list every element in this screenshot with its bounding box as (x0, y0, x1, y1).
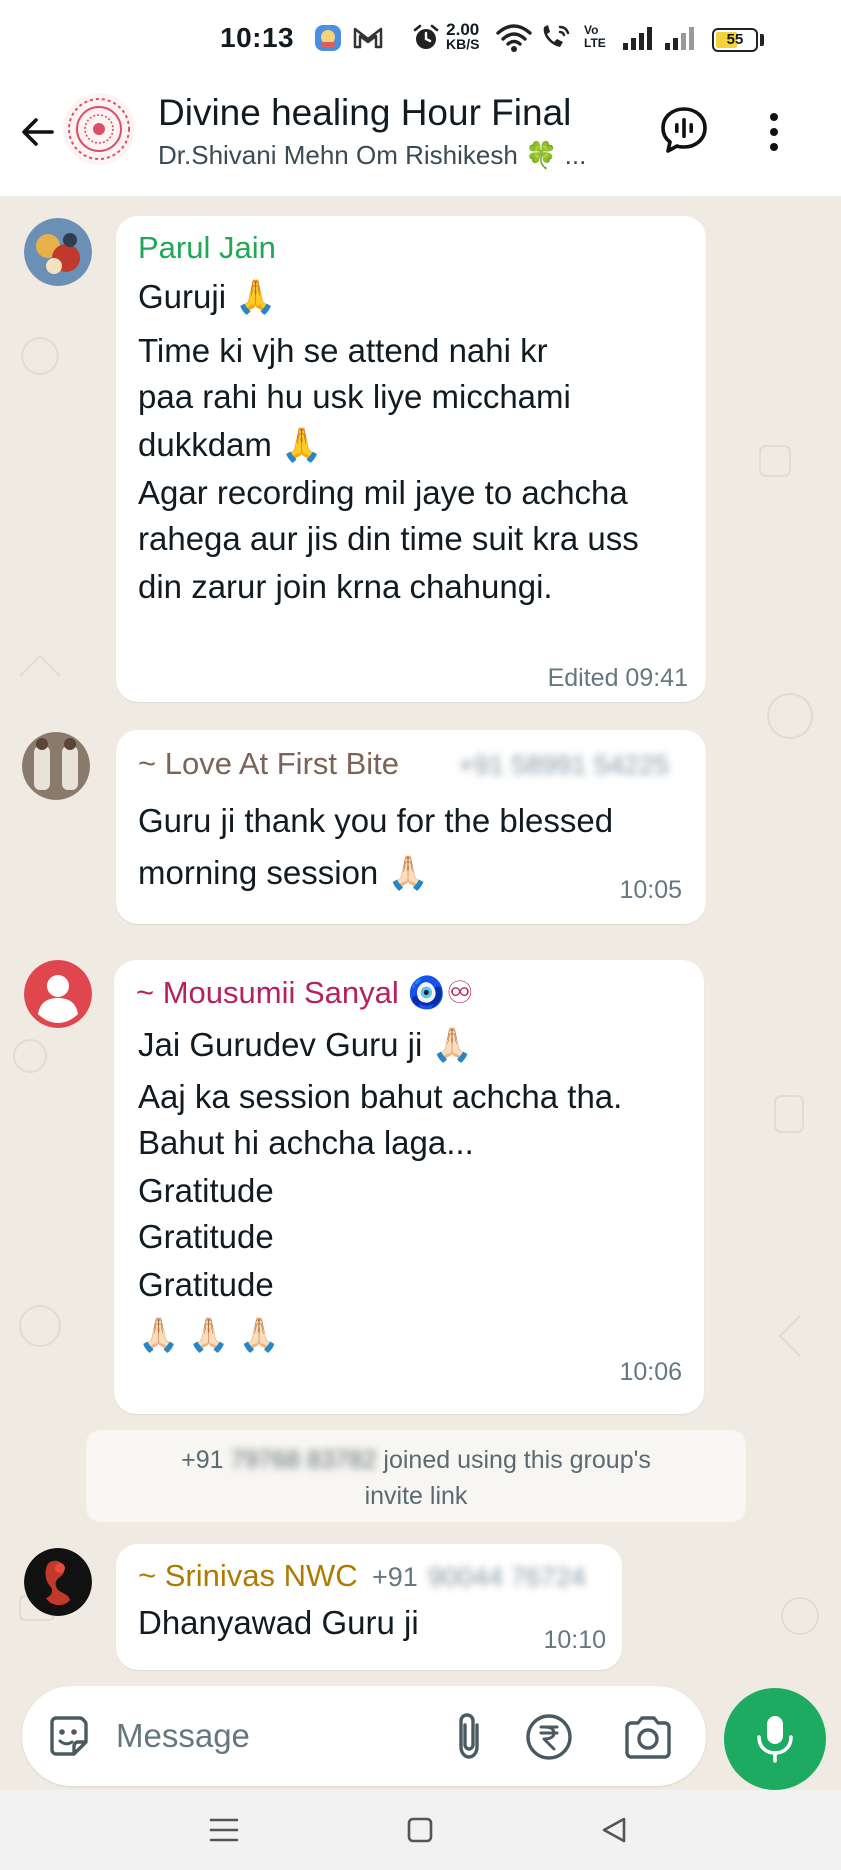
attach-button[interactable] (442, 1708, 496, 1764)
wifi-icon (496, 22, 532, 54)
battery-icon: 55 (712, 28, 758, 52)
message-line: morning session 🙏🏻 (138, 854, 429, 891)
network-speed-value: 2.00 (446, 20, 480, 39)
message-bubble[interactable]: ~ Mousumii Sanyal 🧿♾ Jai Gurudev Guru ji… (114, 960, 704, 1414)
sender-phone-prefix: +91 (372, 1562, 418, 1592)
group-subtitle[interactable]: Dr.Shivani Mehn Om Rishikesh 🍀 ... (158, 140, 586, 171)
message-time: 10:10 (543, 1626, 606, 1654)
message-bubble[interactable]: ~ Srinivas NWC +91 90044 76724 Dhanyawad… (116, 1544, 622, 1670)
voice-message-button[interactable] (724, 1688, 826, 1790)
more-options-button[interactable] (754, 104, 794, 160)
message-bubble[interactable]: ~ Love At First Bite +91 58991 54225 Gur… (116, 730, 706, 924)
message-line: Dhanyawad Guru ji (138, 1604, 419, 1641)
triangle-back-icon (602, 1817, 626, 1843)
camera-button[interactable] (620, 1710, 676, 1764)
microphone-icon (757, 1716, 793, 1763)
sender-avatar[interactable] (24, 218, 92, 286)
status-bar: 10:13 2.00 KB/S Vo LTE 55 (0, 0, 841, 78)
volte-bottom: LTE (584, 36, 606, 50)
sender-name[interactable]: ~ Mousumii Sanyal 🧿♾ (136, 974, 474, 1011)
network-speed: 2.00 KB/S (446, 20, 480, 52)
sticker-button[interactable] (42, 1710, 94, 1762)
recent-apps-button[interactable] (202, 1808, 246, 1852)
volte-indicator: Vo LTE (584, 24, 606, 50)
signal-icon (622, 22, 656, 54)
dot-icon (770, 128, 778, 136)
group-avatar[interactable] (62, 92, 136, 166)
rupee-icon (526, 1714, 572, 1760)
system-phone-prefix: +91 (181, 1446, 224, 1474)
message-line: Gratitude (138, 1172, 274, 1209)
message-bubble[interactable]: Parul Jain Guruji 🙏 Time ki vjh se atten… (116, 216, 706, 702)
dot-icon (770, 113, 778, 121)
sender-phone: +91 58991 54225 (458, 750, 669, 780)
dot-icon (770, 143, 778, 151)
chat-area[interactable]: Parul Jain Guruji 🙏 Time ki vjh se atten… (0, 196, 841, 1684)
message-line: Gratitude (138, 1266, 274, 1303)
message-line: Guruji 🙏 (138, 278, 277, 315)
message-line: rahega aur jis din time suit kra uss (138, 520, 639, 557)
default-avatar-icon (24, 960, 92, 1028)
message-input[interactable] (116, 1712, 416, 1760)
voice-chat-icon (661, 107, 707, 153)
message-line: 🙏🏻 🙏🏻 🙏🏻 (138, 1316, 280, 1353)
system-nav-bar (0, 1790, 841, 1870)
message-line: Time ki vjh se attend nahi kr (138, 332, 548, 369)
camera-icon (625, 1716, 671, 1759)
system-text: joined using this group's (383, 1446, 651, 1474)
system-message-line-1: +91 79768 83782 joined using this group'… (86, 1446, 746, 1475)
sender-phone: 90044 76724 (428, 1562, 586, 1592)
back-nav-button[interactable] (592, 1808, 636, 1852)
battery-level: 55 (726, 31, 744, 48)
signal-2-icon (664, 22, 698, 54)
system-message-line-2: invite link (364, 1482, 468, 1510)
app-notification-icon (312, 22, 344, 54)
sticker-icon (50, 1716, 88, 1756)
home-square-icon (407, 1817, 433, 1843)
chat-header: Divine healing Hour Final Dr.Shivani Meh… (0, 78, 841, 196)
sender-name[interactable]: Parul Jain (138, 230, 276, 266)
payment-button[interactable] (522, 1710, 576, 1764)
sender-avatar[interactable] (24, 960, 92, 1028)
sender-name[interactable]: ~ Srinivas NWC (138, 1558, 358, 1594)
message-time: 10:06 (619, 1358, 682, 1386)
message-line: Jai Gurudev Guru ji 🙏🏻 (138, 1026, 473, 1063)
message-line: dukkdam 🙏 (138, 426, 323, 463)
voice-chat-button[interactable] (656, 102, 712, 158)
wifi-calling-icon (538, 22, 574, 54)
network-speed-unit: KB/S (446, 36, 480, 52)
group-title[interactable]: Divine healing Hour Final (158, 92, 571, 134)
gmail-icon (352, 22, 384, 54)
arrow-left-icon (22, 118, 54, 146)
message-line: din zarur join krna chahungi. (138, 568, 553, 605)
sender-avatar[interactable] (22, 732, 90, 800)
menu-icon (209, 1818, 239, 1842)
message-time: 10:05 (619, 876, 682, 904)
message-line: Guru ji thank you for the blessed (138, 802, 614, 839)
status-time: 10:13 (220, 22, 295, 53)
message-line: paa rahi hu usk liye micchami (138, 378, 571, 415)
battery-cap (760, 34, 764, 46)
home-button[interactable] (398, 1808, 442, 1852)
alarm-icon (412, 22, 440, 54)
message-line: Gratitude (138, 1218, 274, 1255)
sender-avatar[interactable] (24, 1548, 92, 1616)
message-line: Agar recording mil jaye to achcha (138, 474, 628, 511)
message-composer (22, 1686, 706, 1786)
system-message: +91 79768 83782 joined using this group'… (86, 1430, 746, 1522)
sender-name[interactable]: ~ Love At First Bite (138, 746, 399, 782)
paperclip-icon (459, 1713, 479, 1759)
back-button[interactable] (14, 108, 62, 156)
message-line: Bahut hi achcha laga... (138, 1124, 474, 1161)
system-phone: 79768 83782 (230, 1446, 377, 1474)
message-time: Edited 09:41 (547, 664, 688, 692)
message-line: Aaj ka session bahut achcha tha. (138, 1078, 623, 1115)
